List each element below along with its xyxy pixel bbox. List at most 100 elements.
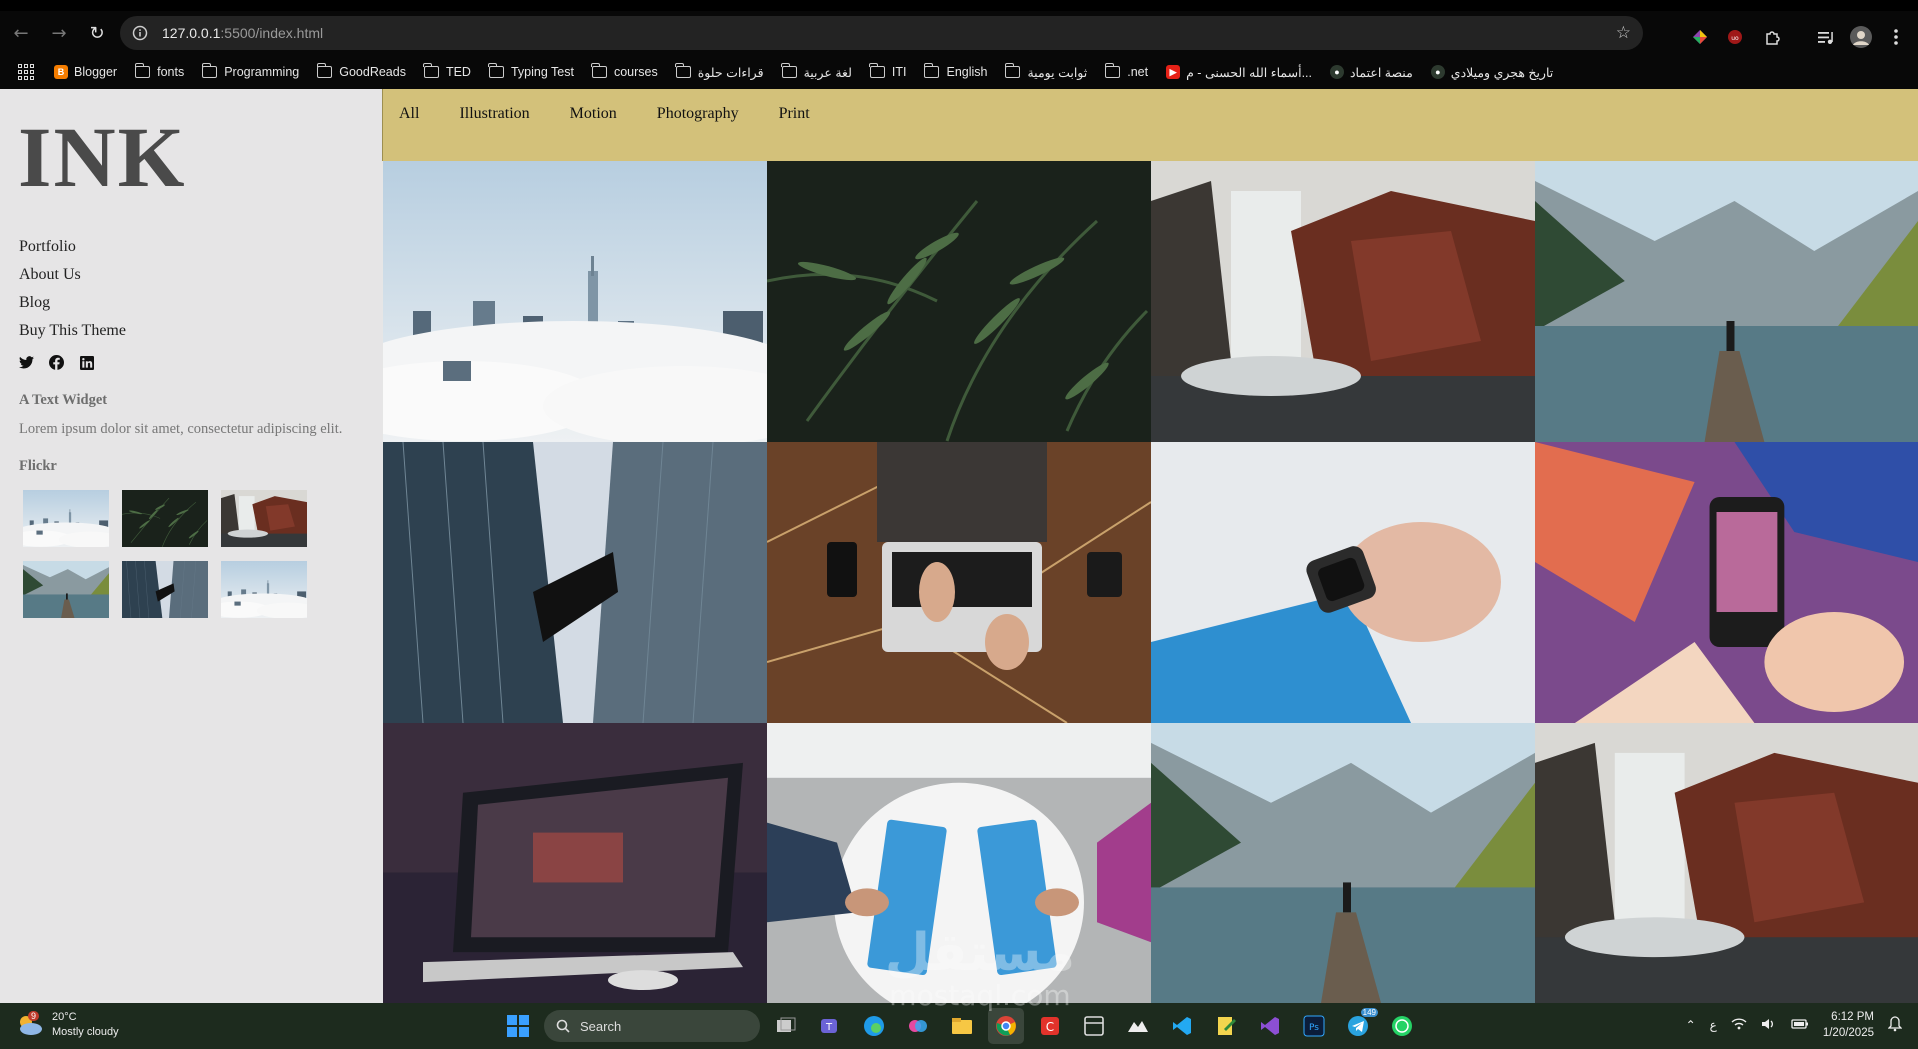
filter-illustration[interactable]: Illustration <box>459 105 529 123</box>
gallery-image-smartwatch[interactable] <box>1151 442 1535 723</box>
gallery-image-laptop-dark[interactable] <box>383 723 767 1003</box>
bookmark-item[interactable]: English <box>923 63 988 79</box>
site-logo[interactable]: INK <box>18 107 186 207</box>
extensions-puzzle-icon[interactable] <box>1760 25 1784 49</box>
folder-icon <box>488 63 504 78</box>
cloud-app-icon[interactable] <box>1120 1008 1156 1044</box>
forward-icon[interactable]: → <box>40 14 78 52</box>
facebook-icon[interactable] <box>49 355 64 370</box>
gallery-image-lake-dock[interactable] <box>1151 723 1535 1003</box>
menu-item-blog[interactable]: Blog <box>19 289 126 317</box>
photoshop-icon[interactable]: Ps <box>1296 1008 1332 1044</box>
edge-icon[interactable] <box>856 1008 892 1044</box>
url-text: 127.0.0.1:5500/index.html <box>162 25 324 41</box>
notepad-app-icon[interactable] <box>1208 1008 1244 1044</box>
windows-start-icon[interactable] <box>500 1008 536 1044</box>
back-icon[interactable]: ← <box>2 14 40 52</box>
volume-icon[interactable] <box>1761 1017 1777 1034</box>
vscode-icon[interactable] <box>1164 1008 1200 1044</box>
reload-icon[interactable]: ↻ <box>78 14 116 52</box>
whatsapp-icon[interactable] <box>1384 1008 1420 1044</box>
bookmark-item[interactable]: ● منصة اعتماد <box>1329 65 1413 80</box>
twitter-icon[interactable] <box>19 355 34 370</box>
color-extension-icon[interactable] <box>1688 25 1712 49</box>
bookmark-item[interactable]: ITI <box>869 63 906 79</box>
bookmark-item[interactable]: GoodReads <box>316 63 406 79</box>
folder-icon <box>869 63 885 78</box>
bookmark-item[interactable]: ثوابت يومية <box>1004 63 1087 80</box>
gallery-image-phone-art[interactable] <box>1535 442 1918 723</box>
filter-photography[interactable]: Photography <box>657 105 739 123</box>
search-icon <box>556 1019 570 1033</box>
apps-grid-icon[interactable] <box>18 64 34 80</box>
blogger-icon: B <box>54 65 68 79</box>
gallery-image-laptop-desk[interactable] <box>767 442 1151 723</box>
bookmark-item[interactable]: Typing Test <box>488 63 574 79</box>
gallery-image-waterfall[interactable] <box>1151 161 1535 442</box>
menu-item-about-us[interactable]: About Us <box>19 261 126 289</box>
battery-icon[interactable] <box>1791 1018 1809 1033</box>
flickr-thumb[interactable] <box>207 561 320 619</box>
clock[interactable]: 6:12 PM 1/20/2025 <box>1823 1009 1874 1041</box>
bookmark-item[interactable]: قراءات حلوة <box>675 63 764 80</box>
weather-widget[interactable]: 9 20°C Mostly cloudy <box>16 1010 119 1040</box>
bookmark-item[interactable]: fonts <box>134 63 185 79</box>
taskbar-search[interactable]: Search <box>544 1010 760 1042</box>
linkedin-icon[interactable] <box>79 355 94 370</box>
chevron-up-icon[interactable]: ⌃ <box>1686 1018 1696 1032</box>
address-bar[interactable]: 127.0.0.1:5500/index.html ☆ <box>120 16 1643 50</box>
gallery-image-fern-leaves[interactable] <box>767 161 1151 442</box>
gallery-image-lake-dock[interactable] <box>1535 161 1918 442</box>
red-app-icon[interactable]: C <box>1032 1008 1068 1044</box>
chrome-icon[interactable] <box>988 1008 1024 1044</box>
schedule-app-icon[interactable] <box>1076 1008 1112 1044</box>
filter-motion[interactable]: Motion <box>570 105 617 123</box>
bookmark-item[interactable]: TED <box>423 63 471 79</box>
gallery-image-skyscrapers[interactable] <box>383 442 767 723</box>
browser-menu-icon[interactable] <box>1884 25 1908 49</box>
copilot-icon[interactable] <box>900 1008 936 1044</box>
telegram-icon[interactable]: 149 <box>1340 1008 1378 1044</box>
flickr-thumb[interactable] <box>9 490 122 548</box>
weather-cloud-icon: 9 <box>16 1011 44 1037</box>
language-indicator[interactable]: ع <box>1710 1018 1717 1032</box>
filter-list: All Illustration Motion Photography Print <box>399 105 850 123</box>
gallery-image-city-clouds[interactable] <box>383 161 767 442</box>
flickr-thumb[interactable] <box>122 560 208 619</box>
bookmark-item[interactable]: .net <box>1104 63 1148 79</box>
notification-bell-icon[interactable] <box>1887 1015 1903 1035</box>
wifi-icon[interactable] <box>1731 1017 1747 1033</box>
bookmark-star-icon[interactable]: ☆ <box>1616 23 1631 43</box>
ublock-extension-icon[interactable]: uo <box>1723 25 1747 49</box>
gallery-image-typing-table[interactable] <box>767 723 1151 1003</box>
bookmark-item[interactable]: B Blogger <box>54 65 117 79</box>
task-view-icon[interactable] <box>768 1008 804 1044</box>
file-explorer-icon[interactable] <box>944 1008 980 1044</box>
site-icon: ● <box>1329 65 1344 79</box>
bookmark-item[interactable]: ● تاريخ هجري وميلادي <box>1430 65 1553 80</box>
bookmark-label: fonts <box>157 65 185 79</box>
bookmark-label: منصة اعتماد <box>1349 65 1413 80</box>
bookmark-item[interactable]: ▶ أسماء الله الحسنى - م... <box>1166 65 1312 80</box>
flickr-thumb[interactable] <box>23 561 109 618</box>
teams-icon[interactable]: T <box>812 1008 848 1044</box>
bookmark-item[interactable]: courses <box>591 63 658 79</box>
bookmark-item[interactable]: Programming <box>201 63 299 79</box>
gallery-image-waterfall[interactable] <box>1535 723 1918 1003</box>
filter-print[interactable]: Print <box>779 105 810 123</box>
media-control-icon[interactable] <box>1813 25 1837 49</box>
bookmark-label: Blogger <box>74 65 118 79</box>
bookmark-label: GoodReads <box>339 65 406 79</box>
bookmark-item[interactable]: لغة عربية <box>781 63 852 80</box>
folder-icon <box>923 63 940 78</box>
profile-avatar[interactable] <box>1849 25 1873 49</box>
site-info-icon[interactable] <box>130 23 150 43</box>
menu-item-portfolio[interactable]: Portfolio <box>19 233 126 261</box>
bookmark-label: English <box>946 65 988 79</box>
menu-item-buy-theme[interactable]: Buy This Theme <box>19 317 126 345</box>
filter-all[interactable]: All <box>399 105 419 123</box>
weather-badge: 9 <box>28 1011 40 1021</box>
flickr-thumb[interactable] <box>221 490 307 547</box>
visual-studio-icon[interactable] <box>1252 1008 1288 1044</box>
flickr-thumb[interactable] <box>121 490 208 547</box>
